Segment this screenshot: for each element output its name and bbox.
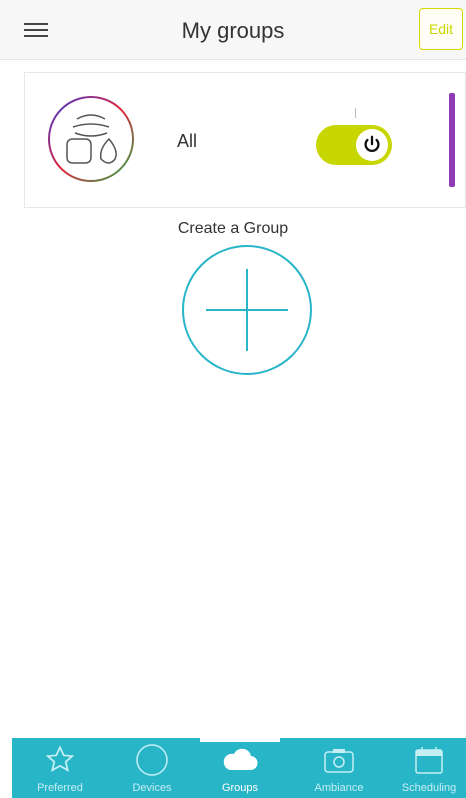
calendar-icon <box>384 744 466 776</box>
top-app-bar: My groups Edit <box>0 0 466 60</box>
tab-scheduling[interactable]: Scheduling <box>384 744 466 798</box>
group-power-toggle[interactable] <box>316 125 392 165</box>
group-name: All <box>177 131 198 151</box>
bottom-tab-bar: Preferred Devices Groups Ambiance Schedu… <box>12 738 466 798</box>
active-tab-indicator <box>200 738 280 742</box>
tab-devices[interactable]: Devices <box>107 744 197 798</box>
page-title: My groups <box>181 18 285 43</box>
edit-button[interactable]: Edit <box>419 8 463 50</box>
group-card-all[interactable]: All <box>24 72 466 208</box>
camera-icon <box>294 744 384 776</box>
group-avatar-icon <box>48 96 134 182</box>
create-group-label: Create a Group <box>177 220 289 237</box>
tab-ambiance[interactable]: Ambiance <box>294 744 384 798</box>
power-icon <box>356 129 388 161</box>
group-color-bar <box>449 93 455 187</box>
divider <box>355 108 356 118</box>
circle-icon <box>107 744 197 776</box>
star-icon <box>15 744 105 776</box>
tab-groups[interactable]: Groups <box>195 744 285 798</box>
tab-preferred[interactable]: Preferred <box>15 744 105 798</box>
create-group-add-icon[interactable] <box>180 243 314 377</box>
cloud-icon <box>195 744 285 776</box>
